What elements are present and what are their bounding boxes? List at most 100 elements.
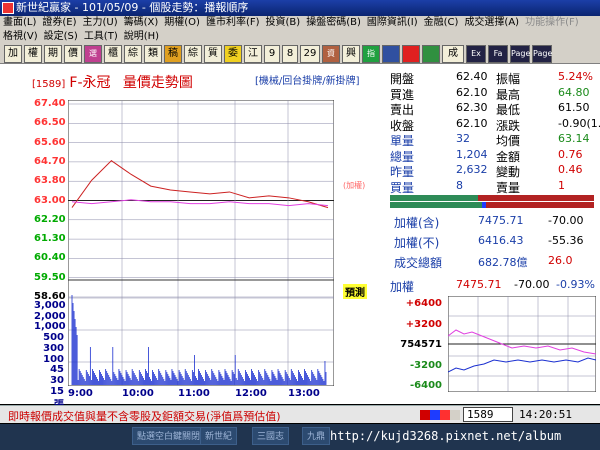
taskbar-item[interactable]: 新世紀 [200, 427, 238, 445]
menubar: 畫面(L) 證券(E) 主力(U) 籌碼(X) 期權(O) 匯市利率(F) 投資(B) 操盤密… [0, 16, 600, 46]
index-cell: 加權(不) [394, 236, 440, 250]
toolbar-button[interactable]: 資 [322, 45, 340, 63]
menu-item[interactable]: 操盤密碼(B) [306, 17, 361, 28]
menu-row-1: 畫面(L) 證券(E) 主力(U) 籌碼(X) 期權(O) 匯市利率(F) 投資(B) 操盤密… [0, 16, 600, 30]
menu-item[interactable]: 期權(O) [164, 17, 200, 28]
price-tick: 59.50 [34, 271, 66, 283]
window-title: 新世紀贏家 - 101/05/09 - 個股走勢：播報順序 [16, 1, 249, 14]
taskbar-item[interactable]: 九鼎 [302, 427, 331, 445]
menu-item[interactable]: 證券(E) [42, 17, 76, 28]
quote-cell: 均價 [496, 134, 521, 148]
time-tick: 9:00 [68, 388, 93, 399]
status-color-indicator [420, 410, 460, 420]
quote-row: 收盤 62.10 漲跌 -0.90(1.43) [386, 116, 600, 133]
toolbar-button[interactable]: Page [532, 45, 552, 63]
toolbar-button[interactable] [402, 45, 420, 63]
toolbar-button[interactable]: 委 [224, 45, 242, 63]
volume-tick: 100 [43, 353, 64, 365]
toolbar-button[interactable]: 權 [24, 45, 42, 63]
price-tick: 65.60 [34, 136, 66, 148]
index-cell: 加權(含) [394, 216, 440, 230]
toolbar-button[interactable]: 興 [342, 45, 360, 63]
toolbar-button[interactable] [422, 45, 440, 63]
toolbar-button[interactable]: Page [510, 45, 530, 63]
price-tick: 62.20 [34, 213, 66, 225]
menu-item[interactable]: 籌碼(X) [124, 17, 159, 28]
quote-cell: 64.80 [558, 85, 590, 99]
price-tick: 66.50 [34, 117, 66, 129]
toolbar-button[interactable]: 指 [362, 45, 380, 63]
menu-row-2: 格視(V) 設定(S) 工具(T) 說明(H) [0, 30, 600, 44]
menu-item[interactable]: 投資(B) [266, 17, 301, 28]
quote-row: 開盤 62.40 振幅 5.24% [386, 70, 596, 86]
quote-cell: 62.10 [456, 116, 488, 130]
toolbar-button[interactable]: 質 [204, 45, 222, 63]
index-cell: 26.0 [548, 254, 573, 267]
quote-cell: 總量 [390, 149, 415, 164]
toolbar-button[interactable]: 期 [44, 45, 62, 63]
toolbar-button[interactable]: 江 [244, 45, 262, 63]
toolbar-button[interactable]: Fa [488, 45, 508, 63]
stock-code-input[interactable]: 1589 [463, 407, 513, 422]
toolbar-button[interactable]: 成 [442, 45, 464, 63]
price-tick: 61.30 [34, 233, 66, 245]
menu-item[interactable]: 金融(C) [424, 17, 459, 28]
volume-tick: 30 [50, 374, 64, 386]
toolbar-button[interactable]: 29 [300, 45, 320, 63]
menu-item[interactable]: 說明(H) [124, 31, 159, 42]
toolbar-button[interactable]: Ex [466, 45, 486, 63]
mini-index-chart[interactable] [448, 296, 596, 392]
industry-links[interactable]: [機械/回台掛牌/新掛牌] [255, 72, 360, 87]
index-cell: 7475.71 [478, 214, 524, 227]
menu-item[interactable]: 設定(S) [44, 31, 78, 42]
taskbar: http://kujd3268.pixnet.net/album 點選空白鍵關閉… [0, 424, 600, 450]
quote-cell: 最低 [496, 103, 521, 117]
mini-label: 加權 [390, 280, 415, 294]
menu-item[interactable]: 功能操作(F) [525, 17, 579, 28]
toolbar-button[interactable]: 櫃 [104, 45, 122, 63]
chart-title: 量價走勢圖 [122, 75, 193, 91]
time-tick: 10:00 [122, 388, 154, 399]
quote-cell: 61.50 [558, 101, 590, 114]
toolbar-button[interactable]: 綜 [184, 45, 202, 63]
menu-item[interactable]: 匯市利率(F) [206, 17, 260, 28]
toolbar-button[interactable]: 8 [282, 45, 298, 63]
toolbar-button[interactable]: 綜 [124, 45, 142, 63]
quote-cell: 買進 [390, 87, 415, 102]
toolbar-button[interactable]: 9 [264, 45, 280, 63]
toolbar-button[interactable]: 類 [144, 45, 162, 63]
volume-tick: 2,000 [34, 310, 66, 322]
index-cell: 成交總額 [394, 256, 443, 270]
price-tick: 64.70 [34, 155, 66, 167]
stock-name: F-永冠 [69, 75, 111, 91]
toolbar-button[interactable]: 加 [4, 45, 22, 63]
toolbar-button[interactable]: 價 [64, 45, 82, 63]
quote-cell: 1 [558, 178, 565, 192]
toolbar-button[interactable]: 選 [84, 45, 102, 63]
menu-item[interactable]: 工具(T) [84, 31, 118, 42]
menu-item[interactable]: 主力(U) [83, 17, 118, 28]
index-cell: -70.00 [548, 214, 584, 227]
taskbar-item[interactable]: 三國志 [252, 427, 290, 445]
toolbar: 加權期價選櫃綜類稿綜質委江 9 8 29 資興指成 Ex Fa Page Page [0, 44, 600, 64]
mini-change: -70.00 [514, 278, 550, 291]
index-row: 加權(不) 6416.43 -55.36 [386, 234, 598, 252]
toolbar-button[interactable] [382, 45, 400, 63]
menu-item[interactable]: 成交選擇(A) [464, 17, 519, 28]
volume-tick: 3,000 [34, 300, 66, 311]
menu-item[interactable]: 畫面(L) [3, 17, 36, 28]
quote-cell: 0.46 [558, 163, 583, 176]
quote-cell: -0.90(1.43) [558, 116, 600, 130]
price-volume-chart[interactable] [68, 100, 334, 386]
menu-item[interactable]: 國際資訊(I) [367, 17, 418, 28]
mini-tick: +6400 [405, 298, 442, 309]
volume-tick: 45 [50, 364, 64, 376]
menu-item[interactable]: 格視(V) [3, 31, 38, 42]
quote-cell: 5.24% [558, 70, 593, 83]
toolbar-button[interactable]: 稿 [164, 45, 182, 63]
quote-cell: 金額 [496, 149, 521, 164]
index-cell: 682.78億 [478, 256, 528, 269]
mini-value: 7475.71 [456, 278, 502, 291]
forecast-badge[interactable]: 預測 [343, 284, 367, 299]
window-titlebar: 新世紀贏家 - 101/05/09 - 個股走勢：播報順序 [0, 0, 600, 16]
